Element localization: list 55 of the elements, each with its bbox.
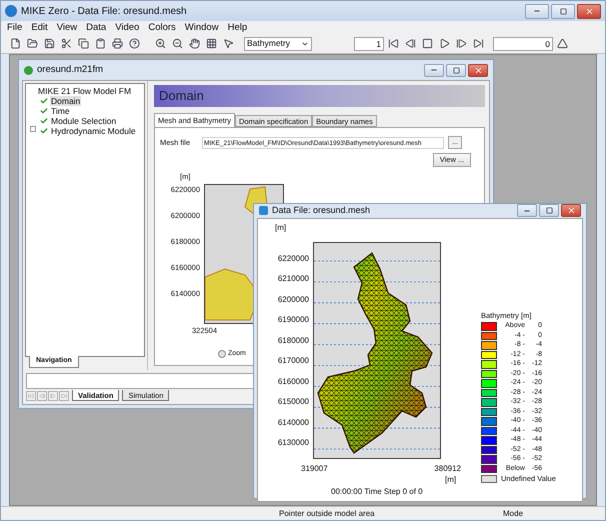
app-logo-icon — [5, 5, 17, 17]
y-axis-label: 6220000 — [278, 254, 309, 264]
menu-item[interactable]: Help — [228, 22, 248, 32]
y-axis-label: 6210000 — [278, 274, 309, 284]
frame-field[interactable]: 1 — [354, 36, 384, 50]
window-icon — [24, 66, 33, 74]
axis-unit: [m] — [275, 222, 288, 234]
menu-item[interactable]: Video — [115, 22, 140, 32]
maximize-icon — [546, 207, 552, 214]
section-header: Domain — [154, 85, 485, 107]
close-icon — [566, 206, 576, 216]
axis-unit: [m] — [445, 474, 458, 484]
legend-swatch — [481, 474, 497, 483]
maximize-icon — [452, 66, 460, 74]
tree-item[interactable]: MIKE 21 Flow Model FM — [28, 86, 142, 96]
x-axis-label: 380912 — [434, 462, 461, 474]
y-axis-label: 6150000 — [278, 397, 309, 407]
y-axis-label: 6180000 — [278, 336, 309, 346]
window-title: oresund.m21fm — [37, 62, 104, 77]
close-button[interactable] — [561, 204, 581, 218]
window-title: Data File: oresund.mesh — [272, 204, 372, 217]
time-step-label: 00:00:00 Time Step 0 of 0 — [331, 486, 424, 498]
maximize-button[interactable] — [551, 4, 575, 18]
y-axis-label: 6160000 — [278, 376, 309, 386]
close-icon — [584, 6, 594, 16]
close-button[interactable] — [577, 4, 601, 18]
maximize-button[interactable] — [539, 204, 559, 218]
tree-item[interactable]: Module Selection — [50, 116, 118, 126]
app-title: MIKE Zero - Data File: oresund.mesh — [21, 4, 188, 18]
close-icon — [474, 66, 482, 74]
tree-item[interactable]: Hydrodynamic Module — [50, 126, 137, 136]
maximize-button[interactable] — [446, 64, 466, 76]
expand-icon[interactable] — [30, 126, 36, 132]
radio-button[interactable] — [218, 350, 226, 358]
y-axis-label: 6170000 — [278, 356, 309, 366]
status-message: Pointer outside model area — [279, 508, 376, 520]
close-button[interactable] — [468, 64, 488, 76]
maximize-icon — [560, 8, 566, 14]
y-axis-label: 6140000 — [278, 418, 309, 428]
menu-item[interactable]: Edit — [31, 22, 48, 32]
status-mode: Mode — [503, 508, 524, 520]
menu-item[interactable]: View — [56, 22, 78, 32]
menu-item[interactable]: Window — [184, 22, 219, 32]
tree-item[interactable]: Domain — [50, 96, 82, 106]
item-dropdown[interactable]: Bathymetry — [244, 36, 312, 50]
y-axis-label: 6190000 — [278, 315, 309, 325]
window-icon — [259, 206, 268, 216]
tree-item[interactable]: Time — [50, 106, 71, 116]
menu-item[interactable]: Data — [86, 22, 106, 32]
y-axis-label: 6200000 — [278, 294, 309, 304]
y-axis-label: 6130000 — [278, 438, 309, 448]
time-field[interactable]: 0 — [493, 36, 553, 50]
menu-item[interactable]: File — [7, 22, 22, 32]
menu-item[interactable]: Colors — [148, 22, 176, 32]
x-axis-label: 319007 — [301, 462, 328, 474]
